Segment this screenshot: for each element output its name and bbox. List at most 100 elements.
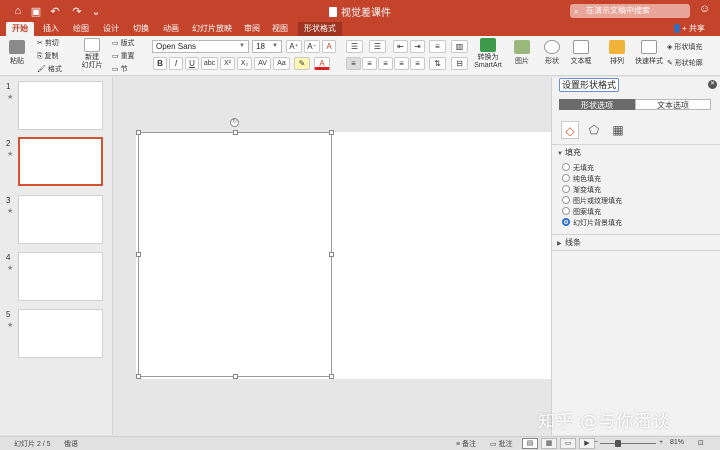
- resize-handle[interactable]: [329, 252, 334, 257]
- tab-shape-format[interactable]: 形状格式: [298, 22, 342, 36]
- section-button[interactable]: ▭ 节: [112, 64, 128, 74]
- resize-handle[interactable]: [329, 130, 334, 135]
- comments-button[interactable]: ▭ 批注: [490, 439, 513, 449]
- fill-line-icon[interactable]: ◇: [561, 121, 579, 139]
- feedback-smiley-icon[interactable]: ☺: [699, 3, 710, 15]
- bullets-icon[interactable]: ☰: [346, 40, 363, 53]
- tab-animations[interactable]: 动画: [158, 22, 184, 36]
- align-text-icon[interactable]: ⊟: [451, 57, 468, 70]
- zoom-out-icon[interactable]: −: [594, 439, 598, 446]
- align-center-icon[interactable]: ≡: [362, 57, 377, 70]
- italic-button[interactable]: I: [169, 57, 183, 70]
- radio-button[interactable]: [562, 163, 570, 171]
- fill-option-none[interactable]: 无填充: [562, 163, 594, 174]
- line-section-header[interactable]: ▶ 线条: [557, 237, 581, 248]
- tab-text-options[interactable]: 文本选项: [635, 99, 711, 110]
- format-painter-button[interactable]: 🖌 格式: [37, 64, 62, 74]
- search-input[interactable]: ⌕ 在演示文稿中搜索: [570, 4, 690, 18]
- zoom-slider[interactable]: [600, 443, 656, 444]
- justify-icon[interactable]: ≡: [394, 57, 409, 70]
- tab-review[interactable]: 审阅: [240, 22, 264, 36]
- slide-thumbnail-5[interactable]: [18, 309, 103, 358]
- resize-handle[interactable]: [233, 374, 238, 379]
- zoom-level[interactable]: 81%: [670, 439, 684, 446]
- tab-shape-options[interactable]: 形状选项: [559, 99, 635, 110]
- picture-button[interactable]: 图片: [507, 40, 537, 66]
- superscript-button[interactable]: X²: [220, 57, 235, 70]
- tab-draw[interactable]: 绘图: [68, 22, 94, 36]
- paste-button[interactable]: 粘贴: [2, 40, 32, 66]
- fill-option-picture[interactable]: 图片或纹理填充: [562, 196, 622, 207]
- tab-home[interactable]: 开始: [6, 22, 34, 36]
- decrease-indent-icon[interactable]: ⇤: [393, 40, 408, 53]
- close-icon[interactable]: ✕: [708, 80, 717, 89]
- numbering-icon[interactable]: ☰: [369, 40, 386, 53]
- decrease-font-button[interactable]: A⁻: [304, 40, 320, 53]
- tab-view[interactable]: 视图: [268, 22, 292, 36]
- font-size-select[interactable]: 18 ▼: [252, 40, 282, 53]
- radio-button[interactable]: [562, 185, 570, 193]
- fill-option-solid[interactable]: 纯色填充: [562, 174, 601, 185]
- tab-transitions[interactable]: 切换: [128, 22, 154, 36]
- resize-handle[interactable]: [136, 130, 141, 135]
- align-left-icon[interactable]: ≡: [346, 57, 361, 70]
- reading-view-icon[interactable]: ▭: [560, 438, 576, 449]
- fill-section-header[interactable]: ▼ 填充: [557, 147, 581, 158]
- shape-button[interactable]: 形状: [537, 40, 567, 66]
- tab-slideshow[interactable]: 幻灯片放映: [188, 22, 236, 36]
- slideshow-view-icon[interactable]: ▶: [579, 438, 595, 449]
- font-name-select[interactable]: Open Sans ▼: [152, 40, 249, 53]
- quick-styles-button[interactable]: 快速样式: [632, 40, 666, 66]
- resize-handle[interactable]: [329, 374, 334, 379]
- subscript-button[interactable]: X₂: [237, 57, 252, 70]
- radio-button-selected[interactable]: [562, 218, 570, 226]
- distribute-icon[interactable]: ≡: [410, 57, 425, 70]
- sorter-view-icon[interactable]: ▦: [541, 438, 557, 449]
- copy-button[interactable]: ⎘ 复制: [37, 51, 59, 61]
- arrange-button[interactable]: 排列: [602, 40, 632, 66]
- line-spacing-icon[interactable]: ≡: [429, 40, 446, 53]
- slanted-panel-left[interactable]: [136, 132, 332, 379]
- resize-handle[interactable]: [233, 130, 238, 135]
- change-case-button[interactable]: Aa: [273, 57, 290, 70]
- slide-thumbnail-4[interactable]: [18, 252, 103, 301]
- clear-format-icon[interactable]: A: [322, 40, 336, 53]
- char-spacing-button[interactable]: AV: [254, 57, 271, 70]
- zoom-in-icon[interactable]: +: [659, 439, 663, 446]
- resize-handle[interactable]: [136, 374, 141, 379]
- normal-view-icon[interactable]: ▤: [522, 438, 538, 449]
- shape-fill-button[interactable]: ◈ 形状填充: [667, 42, 702, 52]
- highlight-icon[interactable]: ✎: [294, 57, 310, 70]
- fill-option-pattern[interactable]: 图案填充: [562, 207, 601, 218]
- language-indicator[interactable]: 俄语: [64, 439, 78, 449]
- fill-option-slide-background[interactable]: 幻灯片背景填充: [562, 218, 622, 229]
- tab-insert[interactable]: 插入: [38, 22, 64, 36]
- increase-font-button[interactable]: A⁺: [286, 40, 302, 53]
- convert-smartart-button[interactable]: 转换为 SmartArt: [470, 38, 506, 70]
- text-direction-icon[interactable]: ⇅: [429, 57, 446, 70]
- textbox-button[interactable]: 文本框: [566, 40, 596, 66]
- tab-design[interactable]: 设计: [98, 22, 124, 36]
- size-properties-icon[interactable]: ▦: [609, 121, 627, 139]
- bold-button[interactable]: B: [153, 57, 167, 70]
- columns-icon[interactable]: ▥: [451, 40, 468, 53]
- underline-button[interactable]: U: [185, 57, 199, 70]
- radio-button[interactable]: [562, 207, 570, 215]
- fill-option-gradient[interactable]: 渐变填充: [562, 185, 601, 196]
- resize-handle[interactable]: [136, 252, 141, 257]
- rotate-handle-icon[interactable]: ↻: [230, 118, 239, 127]
- fit-to-window-icon[interactable]: ⊡: [698, 439, 704, 447]
- strikethrough-button[interactable]: abc: [201, 57, 218, 70]
- notes-button[interactable]: ≡ 备注: [456, 439, 476, 449]
- reset-button[interactable]: ▭ 重置: [112, 51, 135, 61]
- slide-thumbnail-3[interactable]: [18, 195, 103, 244]
- radio-button[interactable]: [562, 174, 570, 182]
- new-slide-button[interactable]: 新建 幻灯片: [77, 38, 107, 70]
- share-button[interactable]: 👤+ 共享: [672, 22, 705, 36]
- slide-thumbnail-2[interactable]: [18, 137, 103, 186]
- radio-button[interactable]: [562, 196, 570, 204]
- slide-thumbnail-1[interactable]: [18, 81, 103, 130]
- font-color-icon[interactable]: A: [314, 57, 330, 70]
- cut-button[interactable]: ✂ 剪切: [37, 38, 59, 48]
- increase-indent-icon[interactable]: ⇥: [410, 40, 425, 53]
